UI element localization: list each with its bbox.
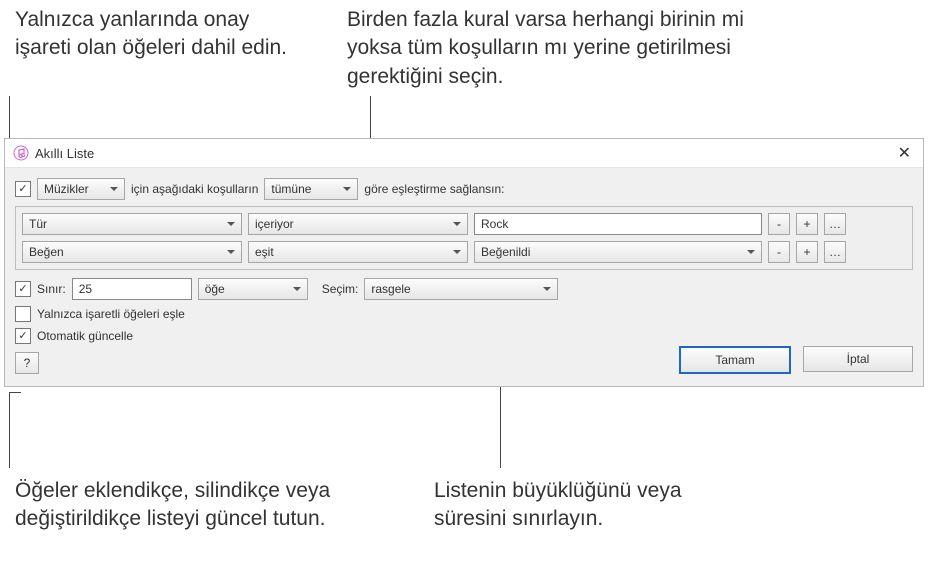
match-text-1: için aşağıdaki koşulların bbox=[131, 182, 258, 196]
rule-add-button[interactable]: + bbox=[796, 213, 818, 235]
only-checked-checkbox[interactable] bbox=[15, 306, 31, 322]
rules-container: Tür içeriyor Rock - + … Beğen eşit Beğen… bbox=[15, 206, 913, 270]
rule-operator-select[interactable]: içeriyor bbox=[248, 213, 468, 235]
help-button[interactable]: ? bbox=[15, 352, 39, 374]
match-enabled-checkbox[interactable] bbox=[15, 181, 31, 197]
callout-text: Birden fazla kural varsa herhangi birini… bbox=[347, 6, 767, 91]
live-update-checkbox[interactable] bbox=[15, 328, 31, 344]
window-title: Akıllı Liste bbox=[35, 146, 894, 161]
match-text-2: göre eşleştirme sağlansın: bbox=[364, 182, 504, 196]
smart-playlist-dialog: Akıllı Liste ✕ Müzikler için aşağıdaki k… bbox=[4, 138, 924, 387]
rule-remove-button[interactable]: - bbox=[768, 241, 790, 263]
rule-value-select[interactable]: Beğenildi bbox=[474, 241, 762, 263]
match-mode-select[interactable]: tümüne bbox=[264, 178, 358, 200]
limit-checkbox[interactable] bbox=[15, 281, 31, 297]
limit-label: Sınır: bbox=[37, 282, 66, 296]
rule-remove-button[interactable]: - bbox=[768, 213, 790, 235]
rule-field-select[interactable]: Tür bbox=[22, 213, 242, 235]
rule-operator-select[interactable]: eşit bbox=[248, 241, 468, 263]
live-update-label: Otomatik güncelle bbox=[37, 329, 133, 343]
cancel-button[interactable]: İptal bbox=[803, 346, 913, 372]
rule-add-button[interactable]: + bbox=[796, 241, 818, 263]
rule-row: Tür içeriyor Rock - + … bbox=[22, 213, 906, 235]
selection-label: Seçim: bbox=[322, 282, 359, 296]
callout-text: Yalnızca yanlarında onay işareti olan öğ… bbox=[15, 6, 305, 63]
rule-field-select[interactable]: Beğen bbox=[22, 241, 242, 263]
only-checked-label: Yalnızca işaretli öğeleri eşle bbox=[37, 307, 185, 321]
limit-value-input[interactable]: 25 bbox=[72, 278, 192, 300]
limit-unit-select[interactable]: öğe bbox=[198, 278, 308, 300]
rule-more-button[interactable]: … bbox=[824, 213, 846, 235]
ok-button[interactable]: Tamam bbox=[679, 346, 791, 374]
callout-text: Öğeler eklendikçe, silindikçe veya değiş… bbox=[15, 477, 375, 534]
titlebar: Akıllı Liste ✕ bbox=[5, 139, 923, 168]
dialog-body: Müzikler için aşağıdaki koşulların tümün… bbox=[5, 168, 923, 386]
source-select[interactable]: Müzikler bbox=[37, 178, 125, 200]
rule-row: Beğen eşit Beğenildi - + … bbox=[22, 241, 906, 263]
close-icon[interactable]: ✕ bbox=[894, 143, 915, 163]
rule-value-input[interactable]: Rock bbox=[474, 213, 762, 235]
callout-text: Listenin büyüklüğünü veya süresini sınır… bbox=[434, 477, 734, 534]
itunes-icon bbox=[13, 145, 29, 161]
selection-mode-select[interactable]: rasgele bbox=[364, 278, 558, 300]
rule-more-button[interactable]: … bbox=[824, 241, 846, 263]
